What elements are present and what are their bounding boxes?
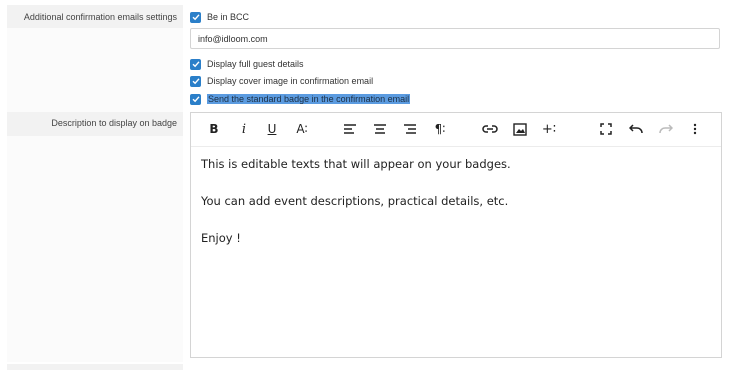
more-vertical-icon [693, 123, 697, 135]
full-guest-details-label: Display full guest details [207, 59, 304, 69]
next-row-label [7, 364, 183, 370]
badge-description-label: Description to display on badge [51, 118, 177, 128]
check-icon [192, 96, 200, 103]
align-left-button[interactable] [341, 120, 359, 138]
font-size-button[interactable]: A∶ [293, 120, 311, 138]
badge-description-row-label: Description to display on badge [7, 112, 183, 136]
check-icon [192, 61, 200, 68]
full-guest-details-checkbox[interactable] [190, 58, 201, 70]
confirmation-email-field[interactable] [190, 28, 720, 49]
bold-button[interactable]: B [205, 120, 223, 138]
image-button[interactable] [511, 120, 529, 138]
badge-description-editor[interactable]: B i U A∶ ¶∶ +∶ This is editable texts th… [190, 112, 722, 358]
italic-button[interactable]: i [235, 120, 253, 138]
redo-icon [659, 124, 673, 134]
align-left-icon [344, 124, 356, 134]
link-icon [482, 125, 498, 133]
paragraph-button[interactable]: ¶∶ [431, 120, 449, 138]
standard-badge-checkbox[interactable] [190, 93, 201, 105]
editor-paragraph: This is editable texts that will appear … [201, 157, 511, 171]
more-options-button[interactable] [686, 120, 704, 138]
align-center-button[interactable] [371, 120, 389, 138]
link-button[interactable] [481, 120, 499, 138]
undo-icon [629, 124, 643, 134]
bcc-option[interactable]: Be in BCC [190, 11, 249, 23]
fullscreen-icon [600, 123, 612, 135]
underline-button[interactable]: U [263, 120, 281, 138]
standard-badge-label: Send the standard badge in the confirmat… [207, 94, 411, 104]
image-icon [513, 122, 527, 136]
option-cover-image[interactable]: Display cover image in confirmation emai… [190, 75, 373, 87]
undo-button[interactable] [627, 120, 645, 138]
option-standard-badge[interactable]: Send the standard badge in the confirmat… [190, 93, 411, 105]
align-right-button[interactable] [401, 120, 419, 138]
insert-button[interactable]: +∶ [540, 120, 558, 138]
cover-image-checkbox[interactable] [190, 75, 201, 87]
editor-paragraph: Enjoy ! [201, 231, 241, 245]
confirmation-settings-label: Additional confirmation emails settings [23, 12, 177, 22]
check-icon [192, 78, 200, 85]
editor-content[interactable]: This is editable texts that will appear … [201, 157, 711, 268]
fullscreen-button[interactable] [597, 120, 615, 138]
redo-button[interactable] [657, 120, 675, 138]
check-icon [192, 14, 200, 21]
bcc-checkbox[interactable] [190, 11, 201, 23]
editor-paragraph: You can add event descriptions, practica… [201, 194, 509, 208]
cover-image-label: Display cover image in confirmation emai… [207, 76, 374, 86]
option-full-guest-details[interactable]: Display full guest details [190, 58, 304, 70]
label-column-spacer [7, 28, 183, 112]
align-center-icon [374, 124, 386, 134]
bcc-label: Be in BCC [207, 12, 250, 22]
label-column-spacer [7, 136, 183, 362]
editor-toolbar: B i U A∶ ¶∶ +∶ [191, 113, 721, 147]
align-right-icon [404, 124, 416, 134]
confirmation-settings-row-label: Additional confirmation emails settings [7, 5, 183, 28]
